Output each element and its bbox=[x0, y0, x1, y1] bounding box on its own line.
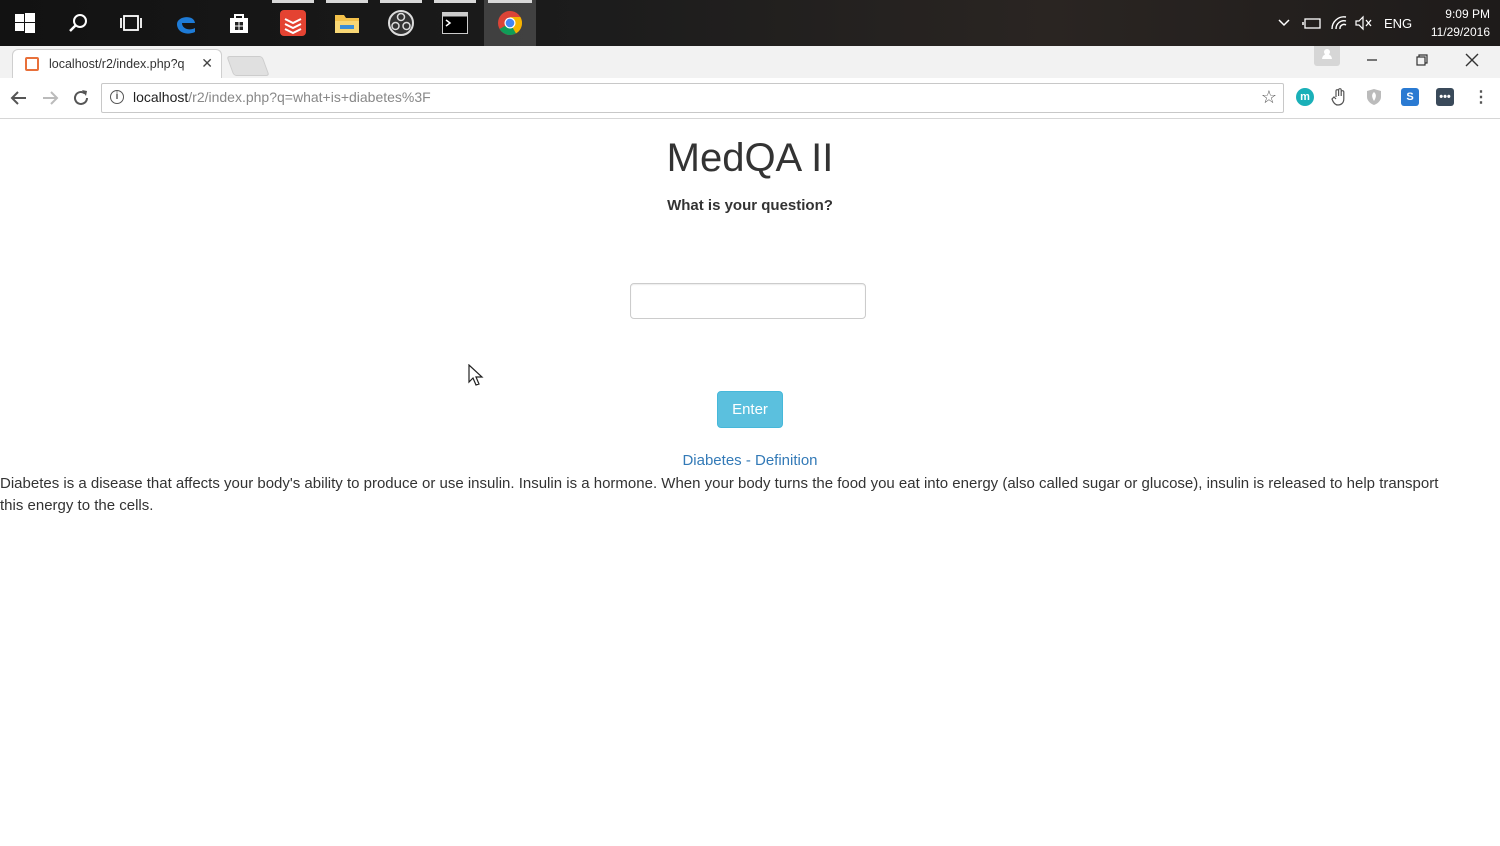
person-icon bbox=[1322, 49, 1332, 59]
store-taskbar-button[interactable] bbox=[214, 0, 264, 46]
volume-muted-icon bbox=[1355, 15, 1372, 31]
answer-text: Diabetes is a disease that affects your … bbox=[0, 475, 1439, 514]
extension-password-icon[interactable]: ••• bbox=[1436, 88, 1454, 106]
url-host: localhost bbox=[133, 89, 189, 105]
todoist-taskbar-button[interactable] bbox=[268, 0, 318, 46]
menu-kebab-icon[interactable]: ⋮ bbox=[1472, 88, 1490, 106]
store-icon bbox=[230, 14, 248, 33]
volume-button[interactable] bbox=[1354, 0, 1374, 46]
terminal-taskbar-button[interactable] bbox=[430, 0, 480, 46]
battery-button[interactable] bbox=[1302, 0, 1322, 46]
edge-icon bbox=[177, 17, 195, 34]
language-label: ENG bbox=[1384, 15, 1413, 31]
back-button[interactable] bbox=[6, 85, 32, 111]
start-button[interactable] bbox=[0, 0, 50, 46]
tab-title: localhost/r2/index.php?q bbox=[49, 57, 185, 71]
clock-time: 9:09 PM bbox=[1445, 7, 1490, 21]
restore-button[interactable] bbox=[1398, 46, 1446, 74]
browser-tab-strip: localhost/r2/index.php?q ✕ bbox=[0, 46, 1500, 79]
url-path: /r2/index.php?q=what+is+diabetes%3F bbox=[188, 89, 431, 105]
battery-icon bbox=[1302, 18, 1321, 29]
show-hidden-icons-button[interactable] bbox=[1276, 0, 1292, 46]
minimize-icon bbox=[1367, 59, 1377, 61]
minimize-button[interactable] bbox=[1348, 46, 1396, 74]
extension-shield-icon[interactable] bbox=[1365, 88, 1383, 106]
forward-button[interactable] bbox=[37, 85, 63, 111]
back-arrow-icon bbox=[10, 91, 26, 105]
restore-icon bbox=[1416, 54, 1428, 66]
obs-taskbar-button[interactable] bbox=[376, 0, 426, 46]
windows-taskbar: ENG 9:09 PM 11/29/2016 bbox=[0, 0, 1500, 46]
chrome-taskbar-button[interactable] bbox=[484, 0, 536, 46]
browser-toolbar: i localhost/r2/index.php?q=what+is+diabe… bbox=[0, 78, 1500, 119]
extension-m-icon[interactable]: m bbox=[1296, 88, 1314, 106]
tab-close-icon[interactable]: ✕ bbox=[201, 55, 213, 72]
answer-title: Diabetes - Definition bbox=[682, 452, 818, 469]
todoist-icon bbox=[280, 10, 306, 36]
taskbar-clock[interactable]: 9:09 PM 11/29/2016 bbox=[1431, 5, 1490, 41]
bookmark-star-icon[interactable]: ☆ bbox=[1261, 87, 1277, 108]
forward-arrow-icon bbox=[43, 91, 59, 105]
address-bar[interactable]: i localhost/r2/index.php?q=what+is+diabe… bbox=[101, 83, 1284, 113]
task-view-button[interactable] bbox=[106, 0, 156, 46]
info-icon[interactable]: i bbox=[110, 90, 124, 104]
new-tab-button[interactable] bbox=[226, 56, 270, 76]
close-window-button[interactable] bbox=[1448, 46, 1496, 74]
extension-s-icon[interactable]: S bbox=[1401, 88, 1419, 106]
tab-favicon-icon bbox=[25, 57, 39, 71]
search-button[interactable] bbox=[53, 0, 103, 46]
network-button[interactable] bbox=[1330, 0, 1348, 46]
terminal-icon bbox=[442, 12, 468, 34]
wifi-icon bbox=[1331, 16, 1347, 30]
url-text: localhost/r2/index.php?q=what+is+diabete… bbox=[133, 89, 431, 105]
browser-tab-active[interactable]: localhost/r2/index.php?q ✕ bbox=[12, 49, 222, 79]
reload-icon bbox=[74, 90, 88, 105]
edge-taskbar-button[interactable] bbox=[161, 0, 211, 46]
clock-date: 11/29/2016 bbox=[1430, 25, 1490, 39]
file-explorer-taskbar-button[interactable] bbox=[322, 0, 372, 46]
extension-hand-icon[interactable] bbox=[1330, 88, 1348, 106]
file-explorer-icon bbox=[335, 15, 359, 33]
chevron-up-icon bbox=[1278, 19, 1290, 27]
language-indicator[interactable]: ENG bbox=[1384, 0, 1412, 46]
start-icon bbox=[15, 13, 35, 33]
search-icon bbox=[69, 14, 87, 32]
obs-icon bbox=[388, 10, 414, 36]
reload-button[interactable] bbox=[68, 85, 94, 111]
profile-avatar[interactable] bbox=[1314, 46, 1340, 66]
chrome-icon bbox=[498, 11, 523, 36]
close-icon bbox=[1465, 53, 1479, 67]
question-input[interactable] bbox=[630, 283, 866, 319]
page-title: MedQA II bbox=[666, 136, 834, 180]
enter-button[interactable]: Enter bbox=[717, 391, 783, 428]
mouse-cursor-icon bbox=[468, 364, 484, 386]
task-view-icon bbox=[120, 15, 142, 31]
question-prompt: What is your question? bbox=[667, 197, 833, 214]
